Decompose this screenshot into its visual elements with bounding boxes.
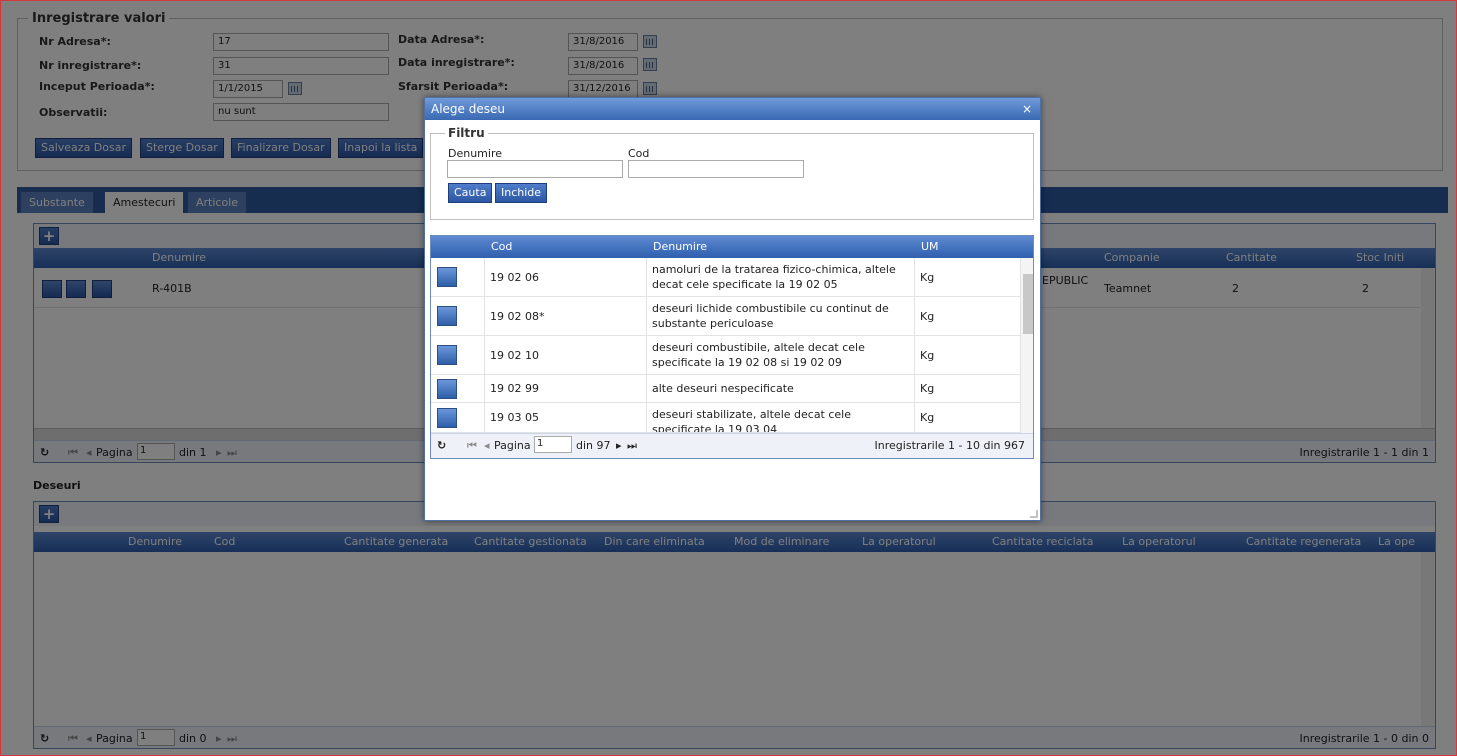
table-row[interactable]: 19 02 08* deseuri lichide combustibile c… [431,297,1021,336]
select-icon[interactable] [437,378,457,399]
close-icon[interactable]: × [1022,98,1032,120]
pagina-label: Pagina [494,439,531,452]
inchide-button[interactable]: Inchide [495,183,548,203]
cell-um: Kg [915,375,1021,402]
filter-cod-input[interactable] [628,160,804,178]
table-row[interactable]: 19 02 10 deseuri combustibile, altele de… [431,336,1021,375]
alege-deseu-dialog: Alege deseu × Filtru Denumire Cod Cauta … [424,97,1041,521]
page-total: din 97 [576,439,611,452]
table-row[interactable]: 19 03 05 deseuri stabilizate, altele dec… [431,403,1021,433]
cell-um: Kg [915,336,1021,374]
deseu-grid-header: Cod Denumire UM [431,236,1033,258]
first-page-icon[interactable]: ⏮ [467,439,477,453]
records-info: Inregistrarile 1 - 10 din 967 [874,439,1025,452]
cell-cod: 19 02 10 [485,336,647,374]
cell-denumire: namoluri de la tratarea fizico-chimica, … [647,258,915,296]
filter-denumire-label: Denumire [448,147,503,160]
page-input[interactable]: 1 [534,436,572,453]
select-icon[interactable] [437,407,457,428]
cell-denumire: deseuri stabilizate, altele decat cele s… [647,403,915,432]
vertical-scrollbar[interactable] [1021,258,1033,433]
next-page-icon[interactable]: ▸ [616,439,622,452]
last-page-icon[interactable]: ⏭ [627,439,637,453]
cell-cod: 19 02 08* [485,297,647,335]
cell-um: Kg [915,403,1021,432]
dialog-title[interactable]: Alege deseu [425,98,1040,120]
filter-denumire-input[interactable] [447,160,623,178]
refresh-icon[interactable]: ↻ [437,439,446,452]
filter-cod-label: Cod [628,147,650,160]
header-um[interactable]: UM [921,240,939,253]
select-icon[interactable] [437,345,457,365]
cell-cod: 19 02 06 [485,258,647,296]
cell-cod: 19 03 05 [485,403,647,432]
table-row[interactable]: 19 02 06 namoluri de la tratarea fizico-… [431,258,1021,297]
prev-page-icon[interactable]: ◂ [484,439,490,452]
header-cod[interactable]: Cod [491,240,512,253]
cell-um: Kg [915,297,1021,335]
cell-denumire: deseuri combustibile, altele decat cele … [647,336,915,374]
table-row[interactable]: 19 02 99 alte deseuri nespecificate Kg [431,375,1021,403]
select-icon[interactable] [437,267,457,287]
deseu-grid-pager: ↻ ⏮ ◂ Pagina 1 din 97 ▸ ⏭ Inregistrarile… [431,433,1033,458]
select-icon[interactable] [437,306,457,326]
cell-um: Kg [915,258,1021,296]
resize-handle[interactable] [1030,510,1038,518]
cell-denumire: alte deseuri nespecificate [647,375,915,402]
cauta-button[interactable]: Cauta [448,183,493,203]
cell-denumire: deseuri lichide combustibile cu continut… [647,297,915,335]
filter-legend: Filtru [448,126,485,140]
page: Inregistrare valori Nr Adresa*: 17 Data … [0,0,1457,756]
header-denumire[interactable]: Denumire [653,240,707,253]
deseu-selection-grid: Cod Denumire UM 19 02 06 namoluri de la … [430,235,1034,459]
scrollbar-thumb[interactable] [1023,274,1033,334]
cell-cod: 19 02 99 [485,375,647,402]
